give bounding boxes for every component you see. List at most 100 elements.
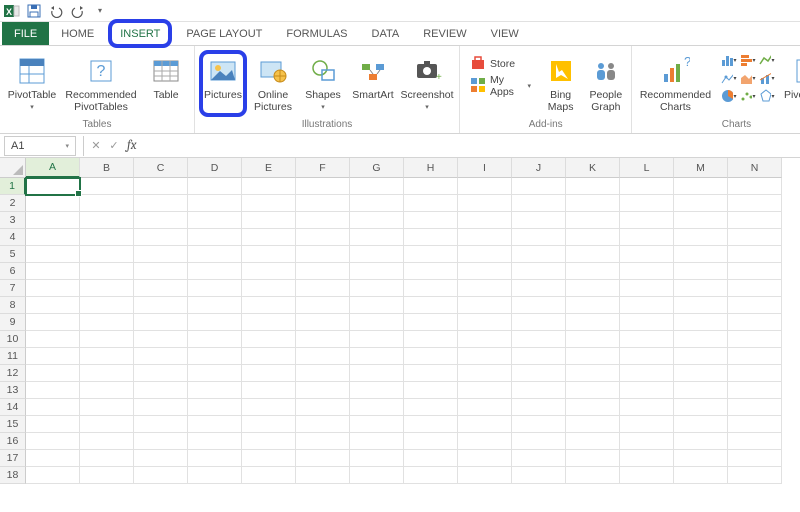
column-header[interactable]: I bbox=[458, 158, 512, 178]
cell[interactable] bbox=[566, 416, 620, 433]
cell[interactable] bbox=[620, 416, 674, 433]
cell[interactable] bbox=[242, 467, 296, 484]
cell[interactable] bbox=[296, 365, 350, 382]
cell[interactable] bbox=[350, 280, 404, 297]
row-header[interactable]: 13 bbox=[0, 382, 26, 399]
cell[interactable] bbox=[458, 229, 512, 246]
pictures-button[interactable]: Pictures bbox=[199, 50, 247, 117]
cell[interactable] bbox=[728, 229, 782, 246]
cell[interactable] bbox=[350, 246, 404, 263]
row-header[interactable]: 7 bbox=[0, 280, 26, 297]
cell[interactable] bbox=[26, 399, 80, 416]
cell[interactable] bbox=[296, 297, 350, 314]
cell[interactable] bbox=[242, 348, 296, 365]
cell[interactable] bbox=[26, 416, 80, 433]
cell[interactable] bbox=[674, 314, 728, 331]
cell[interactable] bbox=[458, 348, 512, 365]
cell[interactable] bbox=[26, 314, 80, 331]
cell[interactable] bbox=[242, 178, 296, 195]
area-chart-icon[interactable]: ▾ bbox=[739, 70, 755, 86]
fx-icon[interactable]: fx bbox=[127, 138, 137, 153]
cell[interactable] bbox=[350, 263, 404, 280]
cell[interactable] bbox=[512, 212, 566, 229]
cell[interactable] bbox=[512, 263, 566, 280]
cell[interactable] bbox=[242, 382, 296, 399]
row-header[interactable]: 12 bbox=[0, 365, 26, 382]
cell[interactable] bbox=[458, 399, 512, 416]
cell[interactable] bbox=[512, 314, 566, 331]
cell[interactable] bbox=[80, 348, 134, 365]
cell[interactable] bbox=[728, 467, 782, 484]
cell[interactable] bbox=[404, 450, 458, 467]
cell[interactable] bbox=[188, 467, 242, 484]
cell[interactable] bbox=[566, 450, 620, 467]
cell[interactable] bbox=[242, 331, 296, 348]
cell[interactable] bbox=[512, 178, 566, 195]
bar-chart-icon[interactable]: ▾ bbox=[739, 52, 755, 68]
column-header[interactable]: F bbox=[296, 158, 350, 178]
tab-data[interactable]: DATA bbox=[360, 22, 412, 45]
cell[interactable] bbox=[26, 229, 80, 246]
people-graph-button[interactable]: PeopleGraph bbox=[584, 50, 627, 117]
cell[interactable] bbox=[620, 433, 674, 450]
tab-home[interactable]: HOME bbox=[49, 22, 106, 45]
cell[interactable] bbox=[404, 467, 458, 484]
cell[interactable] bbox=[134, 229, 188, 246]
scatter-chart-icon[interactable]: ▾ bbox=[739, 88, 755, 104]
row-header[interactable]: 10 bbox=[0, 331, 26, 348]
cell[interactable] bbox=[566, 314, 620, 331]
cell[interactable] bbox=[26, 365, 80, 382]
recommended-charts-button[interactable]: ? RecommendedCharts bbox=[636, 50, 714, 117]
row-header[interactable]: 2 bbox=[0, 195, 26, 212]
cell[interactable] bbox=[404, 433, 458, 450]
cell[interactable] bbox=[566, 365, 620, 382]
cell[interactable] bbox=[404, 178, 458, 195]
cell[interactable] bbox=[242, 280, 296, 297]
cell[interactable] bbox=[404, 280, 458, 297]
cell[interactable] bbox=[296, 450, 350, 467]
cell[interactable] bbox=[296, 348, 350, 365]
cell[interactable] bbox=[134, 280, 188, 297]
cell[interactable] bbox=[512, 229, 566, 246]
cell[interactable] bbox=[242, 229, 296, 246]
cell[interactable] bbox=[728, 433, 782, 450]
cell[interactable] bbox=[728, 178, 782, 195]
cell[interactable] bbox=[296, 212, 350, 229]
cell[interactable] bbox=[26, 195, 80, 212]
cell[interactable] bbox=[404, 212, 458, 229]
cell[interactable] bbox=[566, 178, 620, 195]
cell[interactable] bbox=[512, 280, 566, 297]
cell[interactable] bbox=[458, 331, 512, 348]
cell[interactable] bbox=[26, 331, 80, 348]
cell[interactable] bbox=[566, 399, 620, 416]
cell[interactable] bbox=[620, 467, 674, 484]
cell[interactable] bbox=[674, 348, 728, 365]
column-header[interactable]: K bbox=[566, 158, 620, 178]
cell[interactable] bbox=[134, 195, 188, 212]
cell[interactable] bbox=[296, 178, 350, 195]
cell[interactable] bbox=[728, 416, 782, 433]
cell[interactable] bbox=[728, 399, 782, 416]
cell[interactable] bbox=[674, 382, 728, 399]
cell[interactable] bbox=[728, 263, 782, 280]
cell[interactable] bbox=[566, 467, 620, 484]
cell[interactable] bbox=[674, 178, 728, 195]
cell[interactable] bbox=[188, 348, 242, 365]
cell[interactable] bbox=[458, 450, 512, 467]
cell[interactable] bbox=[620, 297, 674, 314]
cell[interactable] bbox=[80, 382, 134, 399]
cell[interactable] bbox=[566, 331, 620, 348]
cell[interactable] bbox=[188, 297, 242, 314]
cell[interactable] bbox=[512, 246, 566, 263]
table-button[interactable]: Table bbox=[142, 50, 190, 117]
cell[interactable] bbox=[620, 399, 674, 416]
cell[interactable] bbox=[80, 433, 134, 450]
cell[interactable] bbox=[566, 246, 620, 263]
cell[interactable] bbox=[566, 263, 620, 280]
screenshot-button[interactable]: + Screenshot ▾ bbox=[399, 50, 455, 117]
cell[interactable] bbox=[620, 331, 674, 348]
cell[interactable] bbox=[620, 246, 674, 263]
cell[interactable] bbox=[26, 280, 80, 297]
cancel-icon[interactable]: ✕ bbox=[87, 137, 105, 155]
cell[interactable] bbox=[728, 246, 782, 263]
